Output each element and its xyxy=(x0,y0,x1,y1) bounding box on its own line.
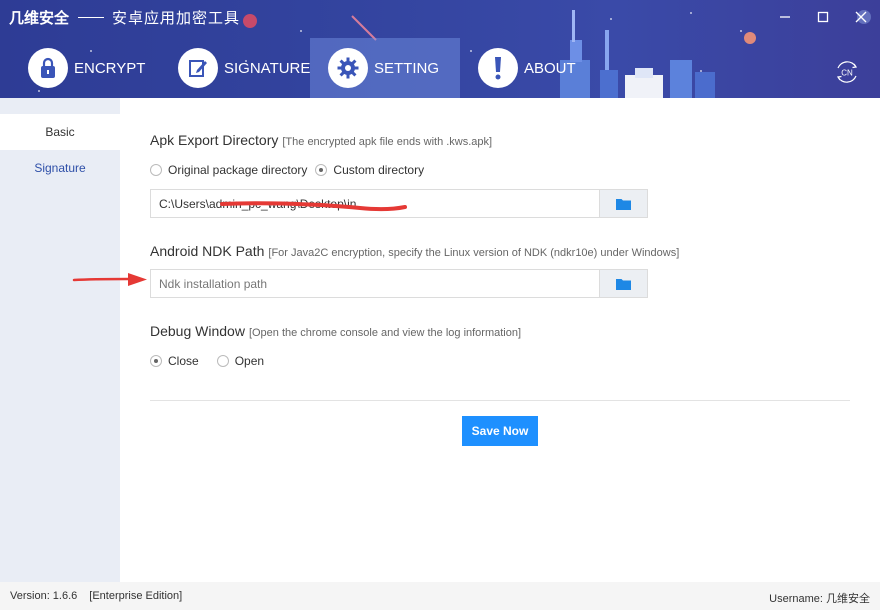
save-now-button[interactable]: Save Now xyxy=(462,416,538,446)
browse-export-button[interactable] xyxy=(599,190,647,217)
radio-label: Original package directory xyxy=(168,163,308,177)
brand-name: 几维安全 xyxy=(9,9,70,27)
section-hint: [Open the chrome console and view the lo… xyxy=(248,327,522,339)
section-hint: [For Java2C encryption, specify the Linu… xyxy=(268,247,680,259)
tab-about[interactable]: ABOUT xyxy=(460,38,610,98)
version-info: Version: 1.6.6 [Enterprise Edition] xyxy=(10,590,182,602)
radio-label: Open xyxy=(234,354,265,368)
gear-icon xyxy=(328,48,368,88)
ndk-path-title: Android NDK Path [For Java2C encryption, … xyxy=(150,243,679,259)
apk-export-title: Apk Export Directory [The encrypted apk f… xyxy=(150,132,492,148)
lock-icon xyxy=(28,48,68,88)
window-controls xyxy=(766,4,880,30)
close-window-button[interactable] xyxy=(842,4,880,30)
language-label: CN xyxy=(841,69,853,78)
language-button[interactable]: CN xyxy=(834,59,860,85)
debug-window-title: Debug Window [Open the chrome console and… xyxy=(150,323,521,339)
maximize-icon xyxy=(817,11,829,23)
minimize-icon xyxy=(780,16,790,18)
debug-options: Close Open xyxy=(150,354,272,368)
edit-icon xyxy=(178,48,218,88)
radio-indicator xyxy=(216,355,229,367)
close-icon xyxy=(855,11,867,23)
radio-label: Custom directory xyxy=(333,163,425,177)
planet-decoration xyxy=(744,32,756,44)
language-switch-icon: CN xyxy=(836,61,858,83)
tab-label: ABOUT xyxy=(524,59,576,77)
section-heading: Android NDK Path xyxy=(150,243,265,259)
export-path-input[interactable] xyxy=(151,190,599,217)
browse-ndk-button[interactable] xyxy=(599,270,647,297)
settings-panel: Apk Export Directory [The encrypted apk f… xyxy=(120,98,880,582)
export-path-box xyxy=(150,189,648,218)
radio-indicator xyxy=(150,164,162,176)
title-separator xyxy=(78,16,105,18)
ndk-path-input[interactable] xyxy=(151,270,599,297)
section-divider xyxy=(150,400,850,401)
radio-original-directory[interactable]: Original package directory xyxy=(150,163,307,177)
radio-custom-directory[interactable]: Custom directory xyxy=(315,163,424,177)
planet-decoration xyxy=(243,14,257,28)
section-hint: [The encrypted apk file ends with .kws.a… xyxy=(282,136,493,148)
minimize-button[interactable] xyxy=(766,4,804,30)
main-tabs: ENCRYPT SIGNATURE SETTING ABOUT xyxy=(10,38,610,98)
tab-encrypt[interactable]: ENCRYPT xyxy=(10,38,160,98)
sidebar-item-signature[interactable]: Signature xyxy=(0,150,120,186)
tab-signature[interactable]: SIGNATURE xyxy=(160,38,310,98)
ndk-path-box xyxy=(150,269,648,298)
section-heading: Apk Export Directory xyxy=(150,132,279,148)
status-bar: Version: 1.6.6 [Enterprise Edition] Usern… xyxy=(0,582,880,610)
maximize-button[interactable] xyxy=(804,4,842,30)
username-label: Username: 几维安全 xyxy=(769,593,870,605)
tab-setting[interactable]: SETTING xyxy=(310,38,460,98)
radio-indicator xyxy=(315,164,328,176)
app-header: 几维安全 安卓应用加密工具 ENCRYPT SIGNATURE SETTING … xyxy=(0,0,880,98)
folder-icon xyxy=(616,278,631,290)
title-bar: 几维安全 安卓应用加密工具 xyxy=(9,6,240,28)
sidebar-item-basic[interactable]: Basic xyxy=(0,114,120,150)
tab-label: SETTING xyxy=(374,59,440,77)
tab-label: ENCRYPT xyxy=(74,59,146,77)
version-label: Version: 1.6.6 xyxy=(10,590,78,602)
section-heading: Debug Window xyxy=(150,323,245,339)
folder-icon xyxy=(616,198,631,210)
radio-debug-close[interactable]: Close xyxy=(150,354,199,368)
settings-sidebar: Basic Signature xyxy=(0,98,120,582)
edition-label: [Enterprise Edition] xyxy=(89,590,183,602)
exclamation-icon xyxy=(478,48,518,88)
radio-indicator xyxy=(150,355,162,367)
tab-label: SIGNATURE xyxy=(224,59,311,77)
radio-debug-open[interactable]: Open xyxy=(216,354,265,368)
apk-export-options: Original package directory Custom direct… xyxy=(150,163,432,177)
radio-label: Close xyxy=(168,354,199,368)
app-title: 安卓应用加密工具 xyxy=(112,9,241,27)
